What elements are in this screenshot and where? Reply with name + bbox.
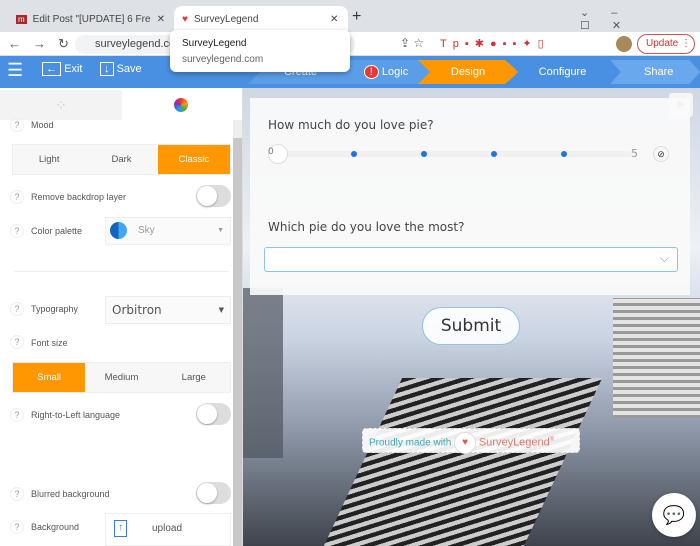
help-icon[interactable]: ? xyxy=(10,190,24,204)
warning-icon: ! xyxy=(363,65,379,79)
design-tab-color-wheel-icon[interactable] xyxy=(174,98,188,112)
size-large[interactable]: Large xyxy=(157,363,230,392)
help-icon[interactable]: ? xyxy=(10,118,24,132)
slider-dot xyxy=(561,151,567,157)
app-header: ☰ ← Exit ↓ Save Create ! Logic Design Co… xyxy=(0,56,700,88)
pie-select-dropdown[interactable]: ⌵ xyxy=(264,247,678,272)
bookmark-star-icon[interactable]: ⇪ ☆ xyxy=(400,36,424,50)
help-icon[interactable]: ? xyxy=(10,520,24,534)
building-left xyxy=(243,288,283,458)
mood-classic[interactable]: Classic xyxy=(157,145,230,174)
help-icon[interactable]: ? xyxy=(10,408,24,422)
exit-icon: ← xyxy=(42,62,61,76)
divider xyxy=(14,271,229,272)
mood-selector: Light Dark Classic xyxy=(12,144,231,175)
help-icon[interactable]: ? xyxy=(10,224,24,238)
typography-dropdown[interactable]: Orbitron ▼ xyxy=(105,296,231,324)
size-small[interactable]: Small xyxy=(13,363,86,392)
help-icon[interactable]: ? xyxy=(10,487,24,501)
tab-hover-card: SurveyLegend surveylegend.com xyxy=(170,30,350,72)
step-logic[interactable]: ! Logic xyxy=(340,60,432,84)
design-sidebar: ⁘ ? Mood Light Dark Classic ? Remove bac… xyxy=(0,88,243,546)
palette-swatch-icon xyxy=(110,222,127,239)
rating-slider[interactable] xyxy=(268,144,632,164)
font-size-selector: Small Medium Large xyxy=(12,362,231,393)
close-icon[interactable]: ✕ xyxy=(330,14,338,25)
reset-icon[interactable]: ⊘ xyxy=(653,146,669,162)
survey-preview: ▶ How much do you love pie? 0 5 ⊘ Which … xyxy=(243,88,700,546)
menu-icon[interactable]: ☰ xyxy=(7,60,23,81)
question-card: How much do you love pie? 0 5 ⊘ Which pi… xyxy=(250,98,690,295)
chevron-down-icon: ⌵ xyxy=(659,251,669,265)
avatar[interactable] xyxy=(616,36,632,52)
building-right xyxy=(613,298,700,418)
new-tab-button[interactable]: + xyxy=(352,8,361,26)
chat-icon[interactable]: 💬 xyxy=(652,493,696,537)
upload-icon: ↑ xyxy=(114,520,127,537)
slider-dot xyxy=(421,151,427,157)
nav-buttons[interactable]: ←→↻ xyxy=(8,36,81,52)
slider-dot xyxy=(351,151,357,157)
step-design[interactable]: Design xyxy=(418,60,518,84)
help-icon[interactable]: ? xyxy=(10,302,24,316)
close-icon[interactable]: ✕ xyxy=(157,14,165,25)
extension-icons[interactable]: Tp▪✱●▪▪✦▯ xyxy=(440,37,550,50)
building-center xyxy=(323,378,603,546)
questions-tab[interactable]: ⁘ xyxy=(0,90,122,120)
favicon-icon: ♥ xyxy=(182,13,188,25)
color-palette-dropdown[interactable]: Sky ▼ xyxy=(105,217,231,245)
update-button[interactable]: Update ⋮ xyxy=(637,34,695,54)
exit-button[interactable]: ← Exit xyxy=(42,62,82,76)
save-icon: ↓ xyxy=(100,62,114,76)
browser-tab-bar: mEdit Post "[UPDATE] 6 Free Altern✕ ♥Sur… xyxy=(0,0,700,32)
address-bar-row: ←→↻ surveylegend.com ⇪ ☆ Tp▪✱●▪▪✦▯ Updat… xyxy=(0,32,700,56)
submit-button[interactable]: Submit xyxy=(422,307,520,345)
tab-surveylegend[interactable]: ♥ SurveyLegend ✕ xyxy=(174,6,348,32)
size-medium[interactable]: Medium xyxy=(85,363,158,392)
caret-down-icon: ▼ xyxy=(218,306,224,314)
tab-edit-post[interactable]: mEdit Post "[UPDATE] 6 Free Altern✕ xyxy=(8,6,173,32)
blurred-background-toggle[interactable] xyxy=(196,482,231,504)
mood-light[interactable]: Light xyxy=(13,145,86,174)
favicon-icon: m xyxy=(16,14,27,24)
remove-backdrop-toggle[interactable] xyxy=(196,185,231,207)
rtl-toggle[interactable] xyxy=(196,403,231,425)
background-upload-button[interactable]: ↑ upload xyxy=(105,513,231,546)
mood-dark[interactable]: Dark xyxy=(85,145,158,174)
save-button[interactable]: ↓ Save xyxy=(100,62,142,76)
scrollbar[interactable] xyxy=(233,120,242,546)
help-icon[interactable]: ? xyxy=(10,335,24,349)
slider-dot xyxy=(491,151,497,157)
caret-down-icon: ▼ xyxy=(217,227,224,234)
window-controls[interactable]: ⌄–☐✕ xyxy=(580,6,700,32)
step-configure[interactable]: Configure xyxy=(505,60,620,84)
step-share[interactable]: Share xyxy=(610,60,700,84)
surveylegend-logo-icon: ♥ xyxy=(454,431,477,454)
surveylegend-badge[interactable]: Proudly made with ♥ SurveyLegend® xyxy=(362,428,580,454)
